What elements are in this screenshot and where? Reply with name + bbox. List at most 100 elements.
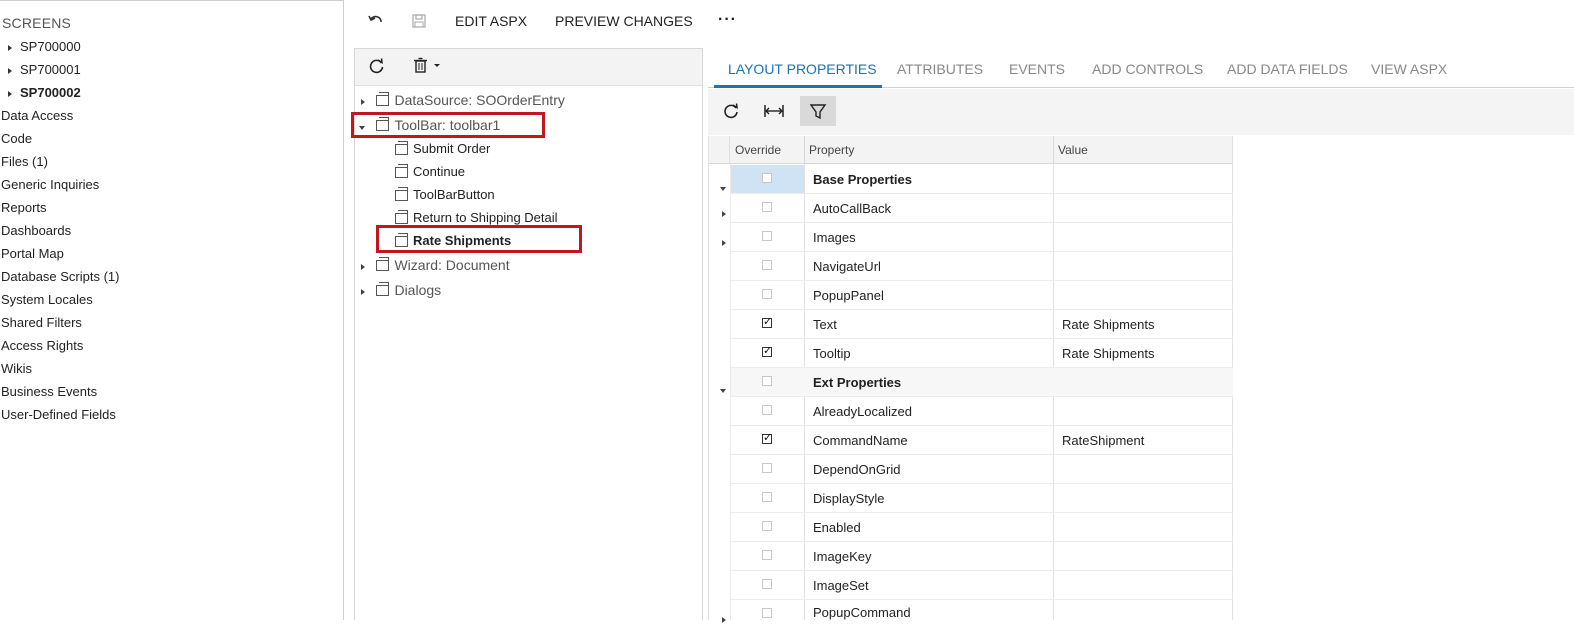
sidebar-item-database-scripts[interactable]: Database Scripts (1): [1, 269, 120, 284]
tree-node-dialogs[interactable]: Dialogs: [361, 282, 441, 300]
expand-icon[interactable]: [361, 264, 365, 270]
override-checkbox[interactable]: [762, 579, 772, 589]
override-checkbox-checked[interactable]: [762, 431, 772, 444]
tree-leaf-rate-shipments[interactable]: Rate Shipments: [395, 233, 511, 248]
sidebar-item-code[interactable]: Code: [1, 131, 32, 146]
row-divider: [730, 280, 1233, 281]
override-checkbox[interactable]: [762, 463, 772, 473]
undo-icon[interactable]: [366, 11, 386, 36]
grid-header-override[interactable]: Override: [730, 136, 805, 164]
sidebar-item-user-defined-fields[interactable]: User-Defined Fields: [1, 407, 116, 422]
sidebar-item-data-access[interactable]: Data Access: [1, 108, 73, 123]
row-divider: [730, 222, 1233, 223]
node-icon: [395, 187, 408, 202]
property-name: Enabled: [813, 520, 861, 535]
override-checkbox-checked[interactable]: [762, 315, 772, 328]
sidebar-item-sp700001[interactable]: SP700001: [8, 62, 81, 77]
tree-node-datasource[interactable]: DataSource: SOOrderEntry: [361, 92, 565, 110]
property-name: DisplayStyle: [813, 491, 885, 506]
row-divider: [730, 541, 1233, 542]
expand-icon[interactable]: [722, 610, 726, 628]
fit-width-icon[interactable]: [756, 96, 792, 126]
tab-add-controls[interactable]: ADD CONTROLS: [1092, 61, 1203, 77]
tree-leaf-return-to-shipping-detail[interactable]: Return to Shipping Detail: [395, 210, 558, 225]
expand-icon[interactable]: [361, 289, 365, 295]
expand-icon[interactable]: [8, 90, 12, 97]
sidebar-item-files[interactable]: Files (1): [1, 154, 48, 169]
override-checkbox[interactable]: [762, 289, 772, 299]
tree-leaf-toolbarbutton[interactable]: ToolBarButton: [395, 187, 495, 202]
row-divider: [730, 512, 1233, 513]
expand-icon[interactable]: [8, 67, 12, 74]
override-checkbox[interactable]: [762, 202, 772, 212]
override-checkbox[interactable]: [762, 405, 772, 415]
sidebar-item-portal-map[interactable]: Portal Map: [1, 246, 64, 261]
property-value[interactable]: Rate Shipments: [1062, 346, 1155, 361]
sidebar-item-access-rights[interactable]: Access Rights: [1, 338, 83, 353]
node-icon: [376, 117, 390, 132]
collapse-icon[interactable]: [720, 178, 726, 196]
preview-changes-button[interactable]: PREVIEW CHANGES: [555, 13, 693, 29]
edit-aspx-button[interactable]: EDIT ASPX: [455, 13, 527, 29]
expand-icon[interactable]: [722, 233, 726, 251]
sidebar-item-sp700002[interactable]: SP700002: [8, 85, 81, 100]
tab-view-aspx[interactable]: VIEW ASPX: [1371, 61, 1447, 77]
properties-toolbar: [708, 89, 1574, 135]
filter-icon[interactable]: [800, 96, 836, 126]
expand-icon[interactable]: [722, 204, 726, 222]
sidebar-item-dashboards[interactable]: Dashboards: [1, 223, 71, 238]
tab-add-data-fields[interactable]: ADD DATA FIELDS: [1227, 61, 1348, 77]
tree-node-toolbar[interactable]: ToolBar: toolbar1: [359, 117, 500, 135]
override-checkbox[interactable]: [762, 521, 772, 531]
sidebar-item-system-locales[interactable]: System Locales: [1, 292, 93, 307]
override-checkbox-checked[interactable]: [762, 344, 772, 357]
node-icon: [376, 92, 390, 107]
tab-events[interactable]: EVENTS: [1009, 61, 1065, 77]
property-value[interactable]: RateShipment: [1062, 433, 1144, 448]
tree-node-wizard[interactable]: Wizard: Document: [361, 257, 510, 275]
property-name: ImageKey: [813, 549, 872, 564]
tree-leaf-continue[interactable]: Continue: [395, 164, 465, 179]
property-name: PopupCommand: [813, 605, 911, 620]
property-name: AutoCallBack: [813, 201, 892, 216]
override-checkbox[interactable]: [762, 173, 772, 183]
grid-header-value[interactable]: Value: [1054, 136, 1233, 164]
sidebar-item-wikis[interactable]: Wikis: [1, 361, 32, 376]
row-divider: [730, 425, 1233, 426]
property-value[interactable]: Rate Shipments: [1062, 317, 1155, 332]
sidebar-item-reports[interactable]: Reports: [1, 200, 47, 215]
group-header-ext-properties: Ext Properties: [813, 375, 902, 390]
override-checkbox[interactable]: [762, 231, 772, 241]
tree-toolbar: [355, 49, 702, 86]
override-checkbox[interactable]: [762, 260, 772, 270]
override-checkbox[interactable]: [762, 492, 772, 502]
refresh-icon[interactable]: [368, 57, 386, 80]
sidebar-item-shared-filters[interactable]: Shared Filters: [1, 315, 82, 330]
sidebar-item-sp700000[interactable]: SP700000: [8, 39, 81, 54]
expand-icon[interactable]: [8, 44, 12, 51]
grid-header-expander: [708, 136, 730, 164]
row-divider: [730, 251, 1233, 252]
sidebar-item-generic-inquiries[interactable]: Generic Inquiries: [1, 177, 99, 192]
tree-leaf-submit-order[interactable]: Submit Order: [395, 141, 490, 156]
collapse-icon[interactable]: [720, 380, 726, 398]
override-checkbox[interactable]: [762, 376, 772, 386]
grid-header-property[interactable]: Property: [805, 136, 1054, 164]
tab-layout-properties[interactable]: LAYOUT PROPERTIES: [728, 61, 877, 77]
group-row-background: [731, 368, 1233, 396]
node-icon: [395, 233, 408, 248]
refresh-icon[interactable]: [712, 96, 748, 126]
row-divider: [730, 396, 1233, 397]
collapse-icon[interactable]: [359, 126, 365, 130]
save-icon[interactable]: [410, 12, 428, 35]
more-menu-button[interactable]: ···: [718, 11, 737, 29]
trash-icon[interactable]: [412, 57, 444, 80]
sidebar-title: SCREENS: [2, 15, 72, 31]
override-checkbox[interactable]: [762, 608, 772, 618]
expand-icon[interactable]: [361, 99, 365, 105]
sidebar-item-business-events[interactable]: Business Events: [1, 384, 97, 399]
tab-attributes[interactable]: ATTRIBUTES: [897, 61, 983, 77]
override-checkbox[interactable]: [762, 550, 772, 560]
node-icon: [395, 141, 408, 156]
property-name: Images: [813, 230, 856, 245]
